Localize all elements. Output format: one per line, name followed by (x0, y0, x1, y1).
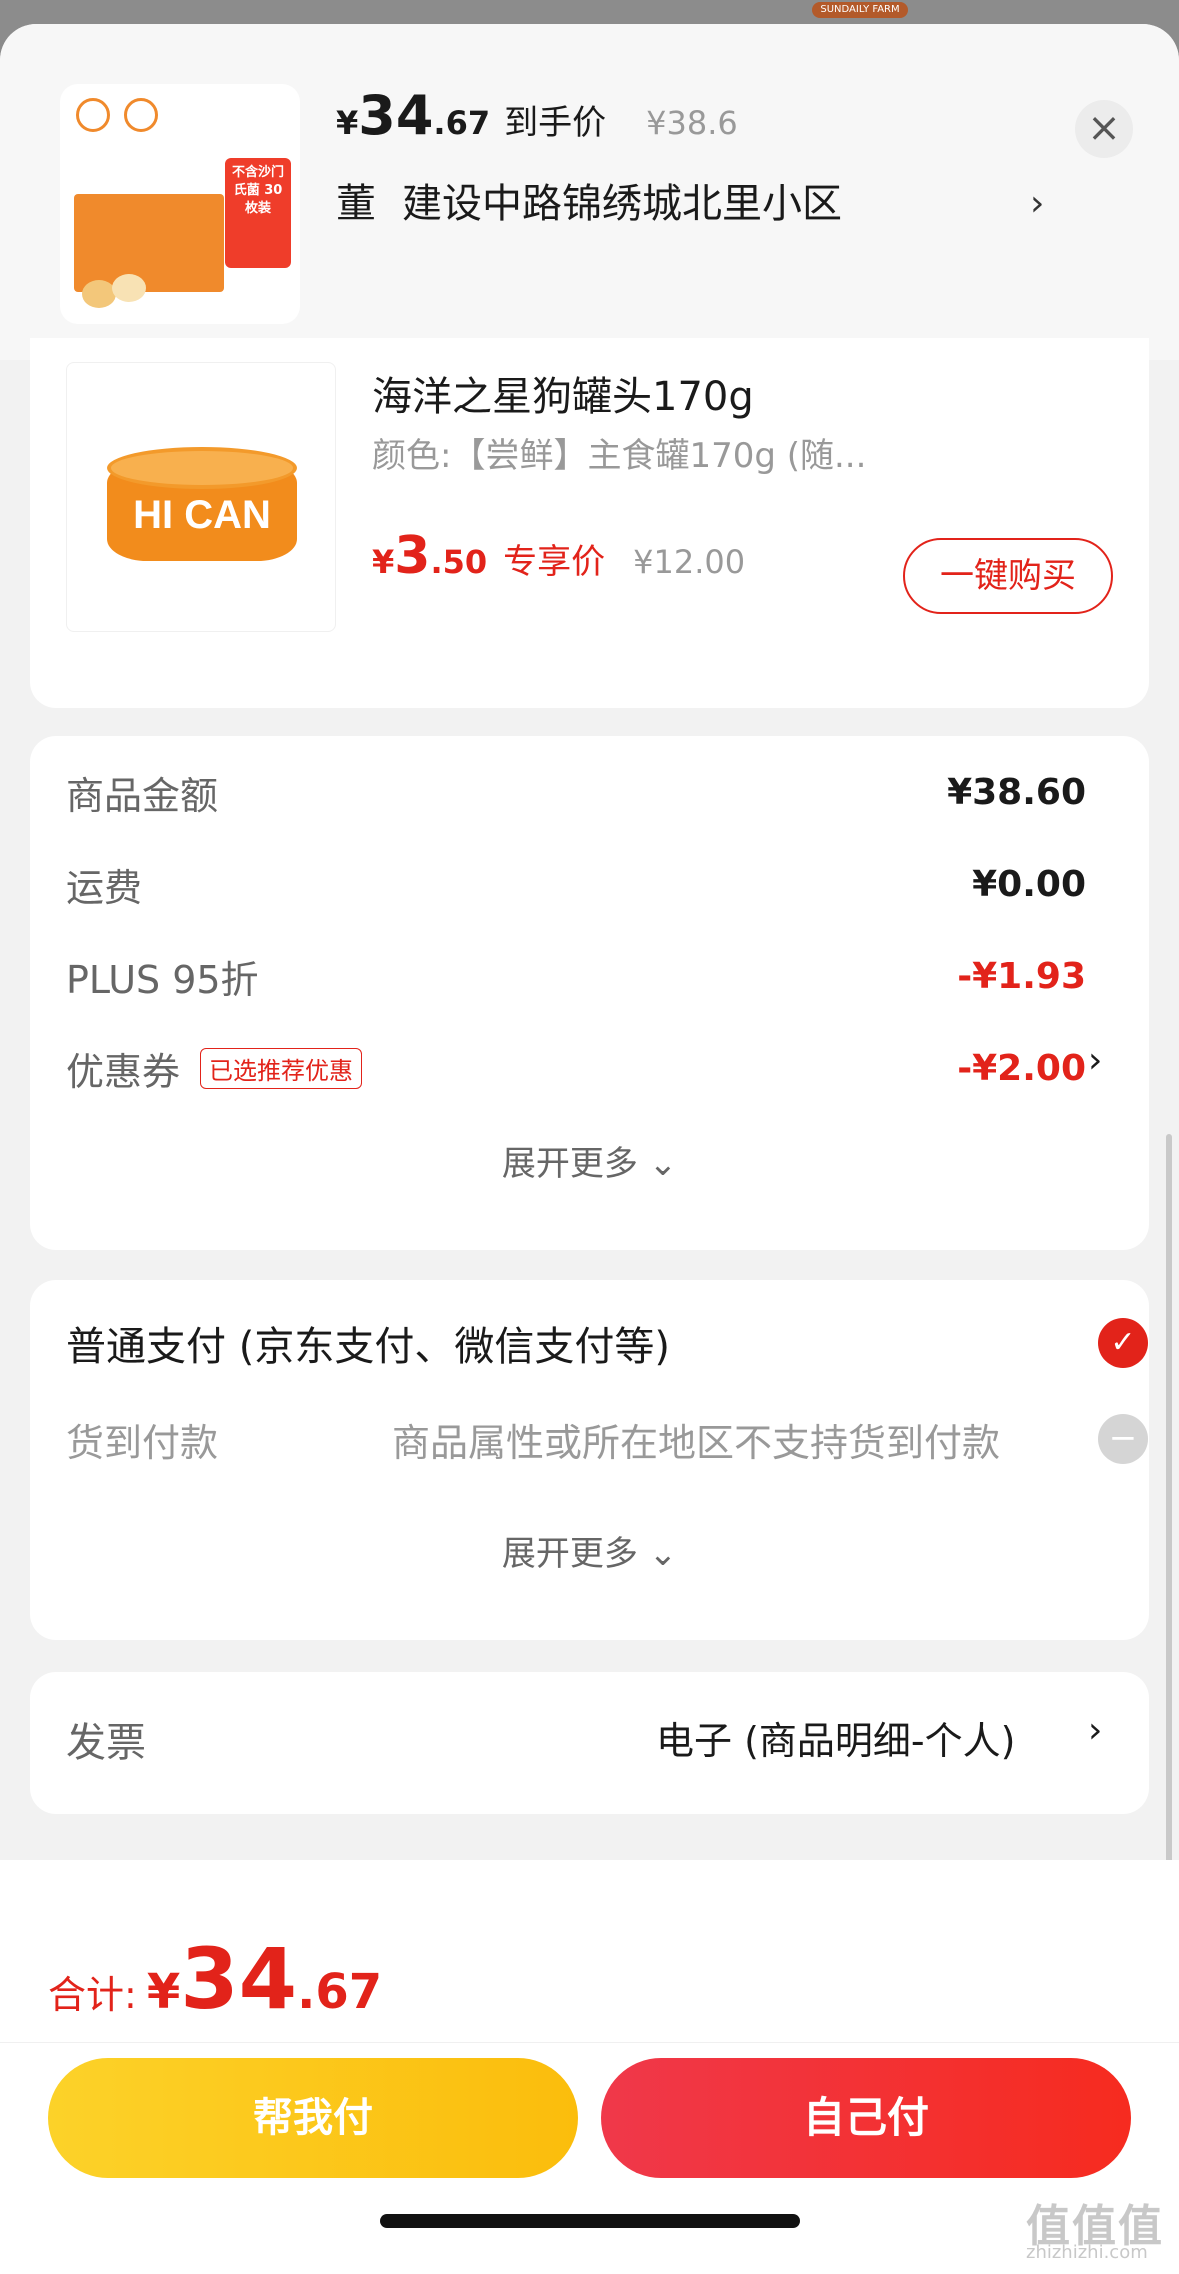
rec-price-integer: 3 (394, 526, 431, 586)
final-price: ¥ 34 .67 到手价 ¥38.6 (336, 84, 738, 154)
egg-image (82, 280, 116, 308)
payment-option-standard[interactable]: 普通支付 (京东支付、微信支付等) ✓ (66, 1308, 1149, 1378)
address-chevron-icon[interactable]: › (1030, 174, 1044, 234)
one-click-buy-button[interactable]: 一键购买 (903, 538, 1113, 614)
summary-expand-more[interactable]: 展开更多 ⌄ (30, 1136, 1149, 1185)
invoice-chevron-icon[interactable]: › (1088, 1710, 1102, 1751)
cod-unavailable-note: 商品属性或所在地区不支持货到付款 (392, 1420, 1001, 1465)
cod-label: 货到付款 (66, 1420, 219, 1465)
coupon-chevron-icon[interactable]: › (1088, 1040, 1102, 1081)
summary-value: ¥38.60 (947, 771, 1086, 813)
rec-original-price: ¥12.00 (633, 543, 746, 581)
original-price: ¥38.6 (646, 104, 738, 142)
order-total: 合计: ¥ 34 .67 (48, 1930, 382, 2028)
disabled-minus-icon: − (1098, 1414, 1148, 1464)
summary-value: ¥0.00 (972, 863, 1086, 905)
checkout-sheet: 不含沙门氏菌 30枚装 ¥ 34 .67 到手价 ¥38.6 董建设中路锦绣城北… (0, 24, 1179, 2274)
lightning-logo-icon (124, 98, 158, 132)
recommended-title: 海洋之星狗罐头170g (372, 374, 754, 420)
total-decimal: .67 (297, 1964, 383, 2020)
brand-logo-icon (76, 98, 110, 132)
invoice-card[interactable]: 发票 电子 (商品明细-个人) › (30, 1672, 1149, 1814)
price-decimal: .67 (433, 104, 491, 142)
summary-value: -¥1.93 (957, 955, 1086, 997)
price-integer: 34 (358, 84, 434, 147)
sheet-header: 不含沙门氏菌 30枚装 ¥ 34 .67 到手价 ¥38.6 董建设中路锦绣城北… (0, 24, 1179, 360)
address-text: 建设中路锦绣城北里小区 (402, 181, 842, 227)
recipient-name: 董 (336, 181, 376, 227)
site-watermark-url: zhizhizhi.com (1026, 2242, 1148, 2263)
rec-price-tag: 专享价 (503, 542, 606, 582)
price-tag: 到手价 (504, 103, 607, 143)
summary-value: -¥2.00 (957, 1047, 1086, 1089)
rec-price-decimal: .50 (430, 543, 488, 581)
checkmark-icon[interactable]: ✓ (1098, 1318, 1148, 1368)
recommended-price: ¥ 3 .50 专享价 ¥12.00 (372, 526, 745, 586)
can-label: HI CAN (133, 493, 271, 537)
coupon-recommended-badge: 已选推荐优惠 (200, 1047, 363, 1089)
total-label: 合计: (48, 1973, 137, 2017)
dog-food-can-image[interactable]: HI CAN (66, 362, 336, 632)
invoice-label: 发票 (66, 1720, 146, 1766)
summary-label: 运费 (66, 865, 143, 910)
egg-box-label-text: 不含沙门氏菌 30枚装 (231, 165, 284, 216)
egg-image-2 (112, 274, 146, 302)
payment-option-cod: 货到付款 商品属性或所在地区不支持货到付款 − (66, 1404, 1149, 1474)
can-lid (107, 447, 297, 489)
payment-expand-more[interactable]: 展开更多 ⌄ (30, 1526, 1149, 1575)
total-currency: ¥ (146, 1964, 181, 2020)
divider (0, 2042, 1179, 2043)
close-button[interactable]: × (1075, 100, 1133, 158)
total-integer: 34 (180, 1930, 298, 2028)
payment-method-card: 普通支付 (京东支付、微信支付等) ✓ 货到付款 商品属性或所在地区不支持货到付… (30, 1280, 1149, 1640)
help-me-pay-button[interactable]: 帮我付 (48, 2058, 578, 2178)
summary-row-coupon[interactable]: 优惠券 已选推荐优惠 -¥2.00 (66, 1038, 1086, 1098)
summary-row-shipping: 运费 ¥0.00 (66, 854, 1086, 914)
pay-myself-button[interactable]: 自己付 (601, 2058, 1131, 2178)
invoice-value: 电子 (商品明细-个人) (656, 1719, 1016, 1763)
recommended-spec: 颜色:【尝鲜】主食罐170g (随... (372, 436, 867, 476)
summary-label: 优惠券 (66, 1049, 181, 1094)
summary-row-plus-discount: PLUS 95折 -¥1.93 (66, 946, 1086, 1006)
egg-box-image (74, 194, 224, 292)
order-summary-card: 商品金额 ¥38.60 运费 ¥0.00 PLUS 95折 -¥1.93 优惠券… (30, 736, 1149, 1250)
home-indicator (380, 2214, 800, 2228)
summary-label: PLUS 95折 (66, 957, 259, 1002)
summary-row-subtotal: 商品金额 ¥38.60 (66, 762, 1086, 822)
price-currency: ¥ (336, 104, 359, 142)
payment-option-label: 普通支付 (京东支付、微信支付等) (66, 1324, 670, 1370)
summary-label: 商品金额 (66, 773, 219, 818)
background-brand-badge: SUNDAILY FARM (812, 2, 908, 18)
delivery-address[interactable]: 董建设中路锦绣城北里小区 (336, 174, 1056, 234)
recommended-product-card: HI CAN 海洋之星狗罐头170g 颜色:【尝鲜】主食罐170g (随... … (30, 338, 1149, 708)
scrollbar[interactable] (1166, 1134, 1172, 1874)
product-thumbnail[interactable]: 不含沙门氏菌 30枚装 (60, 84, 300, 324)
rec-price-currency: ¥ (372, 543, 395, 581)
checkout-bottom-bar: 合计: ¥ 34 .67 帮我付 自己付 (0, 1860, 1179, 2274)
